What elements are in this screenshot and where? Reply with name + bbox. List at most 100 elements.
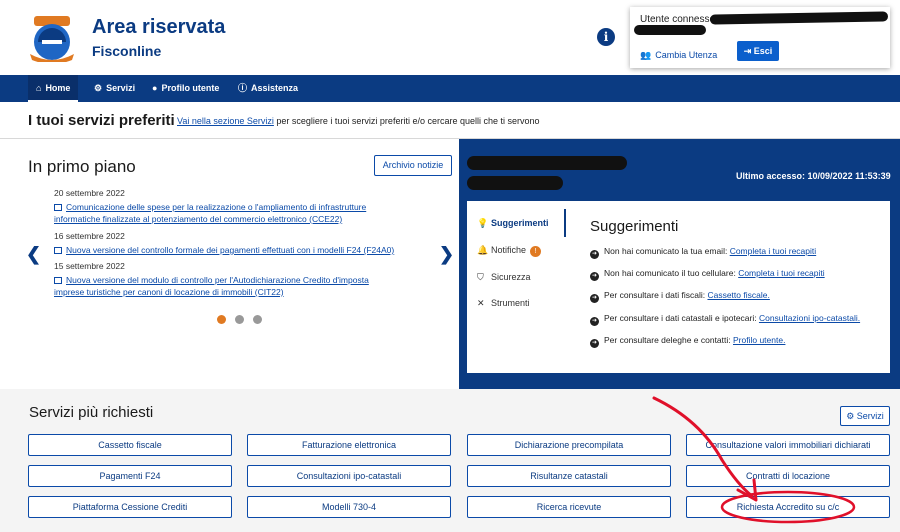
logout-label: Esci <box>753 46 773 56</box>
suggestion-link[interactable]: Profilo utente. <box>733 335 785 345</box>
document-icon <box>54 277 62 284</box>
news-title: In primo piano <box>28 157 136 176</box>
service-fatturazione-elettronica[interactable]: Fatturazione elettronica <box>247 434 451 456</box>
user-box: Utente connesso: 👥 Cambia Utenza ⇥ Esci <box>630 7 890 68</box>
nav-assistenza-label: Assistenza <box>251 83 299 93</box>
news-date: 16 settembre 2022 <box>54 231 125 241</box>
last-access: Ultimo accesso: 10/09/2022 11:53:39 <box>736 171 891 181</box>
gears-icon: ⚙ <box>846 411 857 421</box>
suggestions-title: Suggerimenti <box>590 218 679 235</box>
news-date: 15 settembre 2022 <box>54 261 125 271</box>
app-subtitle: Fisconline <box>92 43 162 59</box>
news-link-line1: Comunicazione delle spese per la realizz… <box>66 202 367 212</box>
service-ricerca-ricevute[interactable]: Ricerca ricevute <box>467 496 671 518</box>
nav-servizi-label: Servizi <box>106 83 136 93</box>
favorites-title: I tuoi servizi preferiti <box>28 112 175 129</box>
services-button[interactable]: ⚙ Servizi <box>840 406 890 426</box>
news-item: 16 settembre 2022 Nuova versione del con… <box>54 231 394 256</box>
lightbulb-icon: 💡 <box>477 218 489 228</box>
logout-button[interactable]: ⇥ Esci <box>737 41 779 61</box>
app-title: Area riservata <box>92 16 226 38</box>
tab-label: Strumenti <box>491 298 530 308</box>
switch-user-link[interactable]: 👥 Cambia Utenza <box>640 50 717 61</box>
user-icon: ● <box>152 83 158 93</box>
info-icon: ⓘ <box>238 83 248 93</box>
arrow-right-icon: ➜ <box>590 317 599 326</box>
panel-content: 💡 Suggerimenti 🔔 Notifiche! ⛉ Sicurezza ✕ St… <box>467 201 890 373</box>
redacted-name <box>467 156 627 170</box>
suggestion-text: Per consultare deleghe e contatti: <box>604 335 733 345</box>
user-panel: Ultimo accesso: 10/09/2022 11:53:39 💡 Sug… <box>459 139 900 389</box>
service-consultazione-valori[interactable]: Consultazione valori immobiliari dichiar… <box>686 434 890 456</box>
suggestion-link[interactable]: Completa i tuoi recapiti <box>730 246 816 256</box>
nav-home-label: Home <box>45 83 71 93</box>
redacted-name-2 <box>467 176 563 190</box>
suggestion-link[interactable]: Cassetto fiscale. <box>707 290 769 300</box>
service-pagamenti-f24[interactable]: Pagamenti F24 <box>28 465 232 487</box>
document-icon <box>54 204 62 211</box>
carousel-next-icon[interactable]: ❯ <box>439 244 454 265</box>
news-link-line2[interactable]: imprese turistiche per canoni di locazio… <box>54 286 369 298</box>
shield-icon: ⛉ <box>477 272 484 282</box>
main-nav: ⌂ Home ⚙ Servizi ● Profilo utente ⓘ Assisten… <box>0 75 900 102</box>
logout-icon: ⇥ <box>743 46 754 56</box>
news-link[interactable]: Comunicazione delle spese per la realizz… <box>54 201 366 213</box>
home-icon: ⌂ <box>36 83 42 93</box>
carousel-prev-icon[interactable]: ❮ <box>26 244 41 265</box>
gears-icon: ⚙ <box>94 83 103 93</box>
service-richiesta-accredito[interactable]: Richiesta Accredito su c/c <box>686 496 890 518</box>
panel-tab-strumenti[interactable]: ✕ Strumenti <box>477 298 530 309</box>
service-risultanze-catastali[interactable]: Risultanze catastali <box>467 465 671 487</box>
panel-tab-suggerimenti[interactable]: 💡 Suggerimenti <box>477 218 549 229</box>
redacted-username <box>709 11 889 25</box>
tools-icon: ✕ <box>477 298 485 308</box>
arrow-right-icon: ➜ <box>590 294 599 303</box>
suggestion-row: ➜ Per consultare i dati catastali e ipote… <box>590 313 860 326</box>
service-ipo-catastali[interactable]: Consultazioni ipo-catastali <box>247 465 451 487</box>
news-link[interactable]: Nuova versione del controllo formale dei… <box>54 244 394 256</box>
tab-label: Sicurezza <box>491 272 531 282</box>
service-cessione-crediti[interactable]: Piattaforma Cessione Crediti <box>28 496 232 518</box>
active-indicator <box>564 209 566 237</box>
users-icon: 👥 <box>640 50 652 60</box>
user-label: Utente connesso: <box>640 14 718 25</box>
panel-tab-sicurezza[interactable]: ⛉ Sicurezza <box>477 272 531 283</box>
bell-icon: 🔔 <box>477 245 489 255</box>
suggestion-text: Per consultare i dati fiscali: <box>604 290 708 300</box>
info-icon[interactable]: i <box>597 28 615 46</box>
switch-user-label: Cambia Utenza <box>655 50 718 60</box>
panel-tab-notifiche[interactable]: 🔔 Notifiche! <box>477 245 542 257</box>
nav-assistenza[interactable]: ⓘ Assistenza <box>230 75 306 102</box>
nav-profilo[interactable]: ● Profilo utente <box>144 75 227 102</box>
favorites-desc: per scegliere i tuoi servizi preferiti e… <box>273 116 540 126</box>
carousel-dot-active[interactable] <box>217 315 226 324</box>
document-icon <box>54 247 62 254</box>
news-date: 20 settembre 2022 <box>54 188 125 198</box>
agenzia-entrate-logo[interactable] <box>26 14 78 62</box>
service-cassetto-fiscale[interactable]: Cassetto fiscale <box>28 434 232 456</box>
archive-button[interactable]: Archivio notizie <box>374 155 452 176</box>
service-modelli-730-4[interactable]: Modelli 730-4 <box>247 496 451 518</box>
nav-home[interactable]: ⌂ Home <box>28 75 79 102</box>
news-link[interactable]: Nuova versione del modulo di controllo p… <box>54 274 369 286</box>
favorites-link[interactable]: Vai nella sezione Servizi <box>177 116 274 126</box>
tab-label: Suggerimenti <box>491 218 549 228</box>
news-link-line1: Nuova versione del controllo formale dei… <box>66 245 395 255</box>
suggestion-row: ➜ Per consultare deleghe e contatti: Prof… <box>590 335 785 348</box>
suggestion-link[interactable]: Consultazioni ipo-catastali. <box>759 313 860 323</box>
redacted-username-2 <box>634 25 706 35</box>
suggestion-row: ➜ Per consultare i dati fiscali: Cassetto… <box>590 290 770 303</box>
service-dichiarazione-precompilata[interactable]: Dichiarazione precompilata <box>467 434 671 456</box>
nav-servizi[interactable]: ⚙ Servizi <box>86 75 143 102</box>
service-contratti-locazione[interactable]: Contratti di locazione <box>686 465 890 487</box>
news-link-line2[interactable]: informatiche finalizzate al potenziament… <box>54 213 366 225</box>
notification-badge: ! <box>530 246 542 257</box>
carousel-dot[interactable] <box>235 315 244 324</box>
news-item: 15 settembre 2022 Nuova versione del mod… <box>54 261 369 298</box>
suggestion-link[interactable]: Completa i tuoi recapiti <box>738 268 824 278</box>
suggestion-text: Per consultare i dati catastali e ipotec… <box>604 313 759 323</box>
carousel-dot[interactable] <box>253 315 262 324</box>
arrow-right-icon: ➜ <box>590 272 599 281</box>
suggestion-text: Non hai comunicato il tuo cellulare: <box>604 268 739 278</box>
arrow-right-icon: ➜ <box>590 339 599 348</box>
